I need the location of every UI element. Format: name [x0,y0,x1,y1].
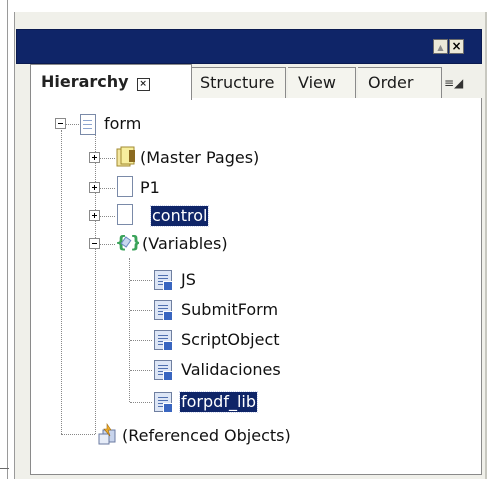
tree-item-variable-selected[interactable]: forpdf_lib [179,391,258,413]
page-icon [117,204,133,225]
tab-structure-label: Structure [200,73,275,92]
tree-item-variable[interactable]: SubmitForm [180,300,279,320]
tree-line [61,130,62,434]
tree-item-form[interactable]: form [103,114,142,134]
triangle-up-icon: ▲ [437,43,444,52]
collapse-variables-toggle[interactable] [89,238,100,249]
tab-view[interactable]: View [288,67,356,98]
close-button[interactable]: × [449,39,464,54]
expand-p1-toggle[interactable] [89,182,100,193]
script-object-icon [154,360,173,381]
palette-tabs: Hierarchy × Structure View Order ≡◢ [30,64,480,100]
referenced-objects-icon [95,422,119,446]
tab-hierarchy[interactable]: Hierarchy × [30,64,192,100]
frame-tick [0,468,9,469]
tree-line [130,370,152,371]
variables-icon: { } [115,232,142,253]
script-object-icon [154,392,173,413]
script-object-icon [154,300,173,321]
tree-item-referenced-objects[interactable]: (Referenced Objects) [121,426,292,446]
page-icon [117,176,133,197]
tree-item-p1[interactable]: P1 [139,178,161,198]
script-object-icon [154,330,173,351]
tab-close-icon[interactable]: × [136,78,150,91]
tree-item-variable[interactable]: ScriptObject [180,330,281,350]
hierarchy-tree[interactable]: form (Master Pages) P1 control { } (Vari… [30,98,482,475]
palette-menu-icon[interactable]: ≡◢ [444,76,464,98]
master-pages-icon [115,146,137,168]
tree-line [130,340,152,341]
tree-item-variables[interactable]: (Variables) [141,234,229,254]
expand-control-toggle[interactable] [89,210,100,221]
tab-view-label: View [298,73,336,92]
tree-item-variable[interactable]: JS [180,270,197,290]
form-icon [80,114,96,135]
tree-line [130,402,152,403]
tree-item-control[interactable]: control [149,205,210,227]
tab-hierarchy-label: Hierarchy [41,72,129,91]
tree-line [130,280,152,281]
svg-text:}: } [130,233,139,252]
script-object-icon [154,270,173,291]
tree-line [61,434,95,435]
expand-master-pages-toggle[interactable] [89,152,100,163]
outer-frame-edge [7,0,8,479]
tree-line [65,124,79,125]
tree-item-master-pages[interactable]: (Master Pages) [139,148,260,168]
close-icon: × [451,39,462,53]
tab-order[interactable]: Order [358,67,442,98]
palette-titlebar[interactable]: ▲ × [16,29,482,64]
tab-structure[interactable]: Structure [190,67,286,98]
tab-order-label: Order [368,73,414,92]
collapse-form-toggle[interactable] [55,118,66,129]
tree-line-root [95,130,96,434]
tree-item-variable[interactable]: Validaciones [180,360,282,380]
tree-line [130,310,152,311]
maximize-button[interactable]: ▲ [433,39,448,54]
